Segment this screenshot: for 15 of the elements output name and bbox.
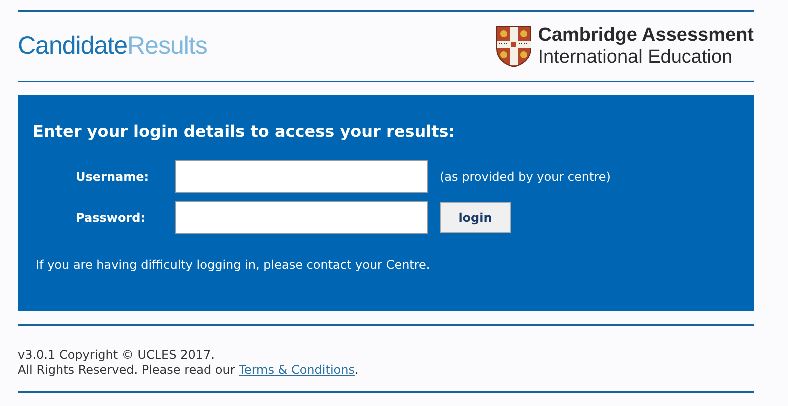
rights-text: All Rights Reserved. Please read our Terms & Conditions. [18, 363, 360, 378]
crest-icon [496, 26, 532, 68]
brand-subtitle: International Education [538, 46, 734, 68]
login-button[interactable]: login [440, 202, 511, 233]
field-hint: (as provided by your centre) [440, 168, 611, 186]
input-field[interactable] [175, 201, 428, 234]
version-text: v3.0.1 Copyright © UCLES 2017. [18, 348, 216, 363]
input-field[interactable] [175, 160, 428, 193]
field-label: Username: [75, 168, 150, 186]
field-label: Password: [75, 210, 146, 226]
help-text: If you are having difficulty logging in, please contact your Centre. [35, 257, 432, 274]
brand-name: Cambridge Assessment [538, 24, 754, 46]
login-heading: Enter your login details to access your results: [33, 121, 456, 143]
terms-link[interactable]: Terms & Conditions [239, 363, 355, 377]
site-logo[interactable]: CandidateResults [18, 34, 208, 59]
